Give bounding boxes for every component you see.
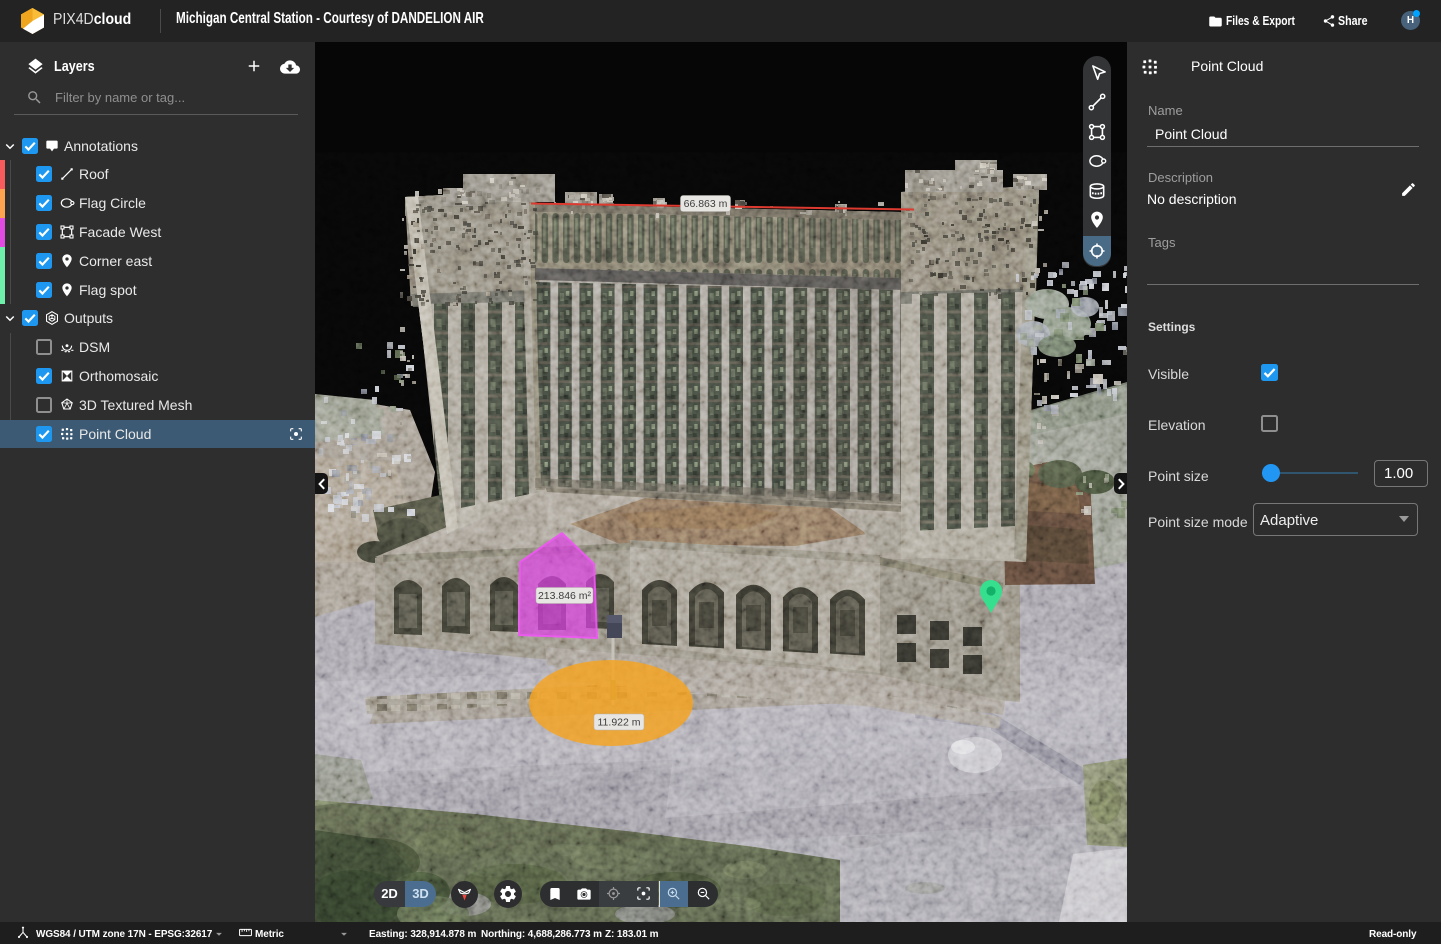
svg-text:11.922 m: 11.922 m [598,717,641,729]
svg-text:66.863 m: 66.863 m [684,198,728,210]
svg-text:213.846 m²: 213.846 m² [538,590,592,602]
